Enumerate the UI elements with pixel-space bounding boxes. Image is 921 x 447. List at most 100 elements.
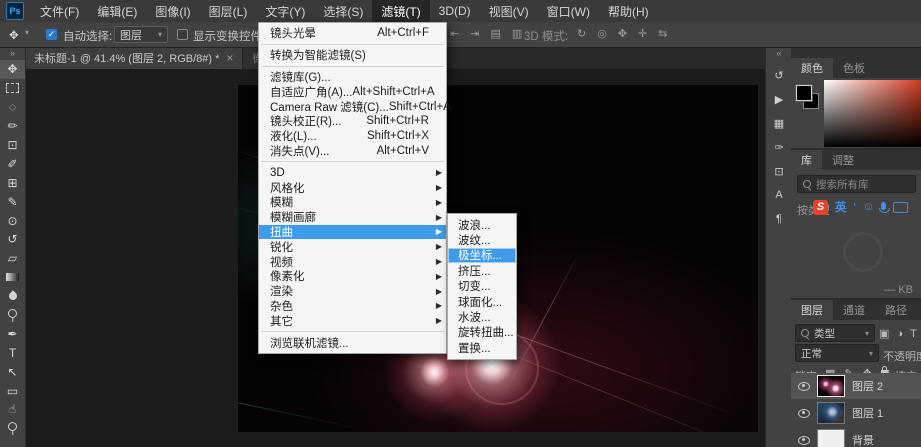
menu-view[interactable]: 视图(V) (480, 0, 538, 22)
filter-menu-item-lens-flare[interactable]: 镜头光晕 Alt+Ctrl+F (259, 26, 446, 41)
layer-row[interactable]: 图层 1 (791, 400, 921, 426)
microphone-icon[interactable] (881, 202, 886, 210)
tab-layers[interactable]: 图层 (791, 300, 833, 320)
distribute-horizontal-icon[interactable]: ▥ (512, 27, 522, 41)
blend-mode-dropdown[interactable]: 正常 ▾ (795, 344, 879, 362)
filter-menu-item-vanishing-point[interactable]: 消失点(V)... Alt+Ctrl+V (259, 144, 446, 159)
auto-select-checkbox[interactable]: ✓ (46, 29, 57, 40)
timeline-panel-icon[interactable]: ▦ (766, 111, 792, 135)
layer-thumbnail[interactable] (817, 429, 845, 447)
filter-menu-item-browse-filters-online[interactable]: 浏览联机滤镜... (259, 335, 446, 350)
healing-brush-tool[interactable]: ⊞ (0, 173, 25, 192)
clone-stamp-tool[interactable]: ⊙ (0, 211, 25, 230)
filter-menu-item-sharpen[interactable]: 锐化 ▶ (259, 239, 446, 254)
filter-pixel-layers-icon[interactable]: ▣ (879, 327, 889, 340)
3d-scale-icon[interactable]: ⇆ (658, 27, 667, 41)
filter-menu-item-stylize[interactable]: 风格化 ▶ (259, 180, 446, 195)
auto-select-dropdown[interactable]: 图层 ▾ (114, 26, 168, 43)
tab-untitled-1[interactable]: 未标题-1 @ 41.4% (图层 2, RGB/8#) * × (25, 47, 243, 69)
filter-menu-item-camera-raw[interactable]: Camera Raw 滤镜(C)... Shift+Ctrl+A (259, 99, 446, 114)
visibility-eye-icon[interactable] (798, 436, 810, 445)
menu-select[interactable]: 选择(S) (314, 0, 372, 22)
3d-drag-icon[interactable]: ✥ (618, 27, 627, 41)
submenu-item-ripple[interactable]: 波纹... (448, 232, 516, 247)
clone-source-panel-icon[interactable]: ⊡ (766, 159, 792, 183)
filter-menu-item-distort[interactable]: 扭曲 ▶ (259, 225, 446, 240)
tab-swatches[interactable]: 色板 (833, 58, 875, 78)
filter-menu-item-blur-gallery[interactable]: 模糊画廊 ▶ (259, 210, 446, 225)
filter-menu-item-liquify[interactable]: 液化(L)... Shift+Ctrl+X (259, 129, 446, 144)
history-panel-icon[interactable]: ↺ (766, 63, 792, 87)
sogou-logo-icon[interactable]: S (813, 200, 828, 215)
history-brush-tool[interactable]: ↺ (0, 230, 25, 249)
tab-paths[interactable]: 路径 (875, 300, 917, 320)
lasso-tool[interactable]: ◌ (0, 98, 25, 117)
submenu-item-shear[interactable]: 切变... (448, 279, 516, 294)
emoji-icon[interactable]: ☺ (863, 201, 875, 213)
tool-preset-caret-icon[interactable]: ▾ (25, 28, 29, 37)
distribute-vertical-icon[interactable]: ▤ (490, 27, 500, 41)
brush-tool[interactable]: ✎ (0, 192, 25, 211)
tab-channels[interactable]: 通道 (833, 300, 875, 320)
menu-window[interactable]: 窗口(W) (538, 0, 599, 22)
menu-image[interactable]: 图像(I) (146, 0, 199, 22)
path-selection-tool[interactable]: ↖ (0, 362, 25, 381)
gradient-tool[interactable] (0, 268, 25, 287)
toolbar-collapse-icon[interactable]: » (0, 48, 25, 58)
submenu-item-zigzag[interactable]: 水波... (448, 309, 516, 324)
move-tool[interactable]: ✥ (0, 60, 25, 79)
visibility-eye-icon[interactable] (798, 382, 810, 391)
submenu-item-twirl[interactable]: 旋转扭曲... (448, 325, 516, 340)
menu-file[interactable]: 文件(F) (31, 0, 88, 22)
filter-menu-item-other[interactable]: 其它 ▶ (259, 313, 446, 328)
align-left-edges-icon[interactable]: ⇤ (450, 27, 459, 41)
tab-adjustments[interactable]: 调整 (822, 150, 864, 170)
quick-selection-tool[interactable]: ✏ (0, 117, 25, 136)
show-transform-controls-checkbox[interactable] (177, 29, 188, 40)
panel-rail-collapse-icon[interactable]: « (766, 48, 792, 58)
brush-settings-panel-icon[interactable]: ✑ (766, 135, 792, 159)
3d-roll-icon[interactable]: ◎ (597, 27, 607, 41)
layer-row[interactable]: 背景 (791, 427, 921, 447)
rectangular-marquee-tool[interactable] (0, 79, 25, 98)
ime-language-toggle[interactable]: 英 (835, 199, 847, 215)
align-right-edges-icon[interactable]: ⇥ (470, 27, 479, 41)
filter-menu-item-lens-correction[interactable]: 镜头校正(R)... Shift+Ctrl+R (259, 114, 446, 129)
color-picker-field[interactable] (824, 80, 921, 147)
eyedropper-tool[interactable]: ✐ (0, 154, 25, 173)
submenu-item-polar-coordinates[interactable]: 极坐标... (448, 248, 516, 263)
layer-row[interactable]: 图层 2 (791, 373, 921, 399)
layer-thumbnail[interactable] (817, 375, 845, 397)
more-tools[interactable]: ··· (0, 438, 25, 447)
layer-thumbnail[interactable] (817, 402, 845, 424)
visibility-eye-icon[interactable] (798, 409, 810, 418)
menu-layer[interactable]: 图层(L) (200, 0, 257, 22)
filter-menu-item-adaptive-wide-angle[interactable]: 自适应广角(A)... Alt+Shift+Ctrl+A (259, 84, 446, 99)
submenu-item-wave[interactable]: 波浪... (448, 217, 516, 232)
layer-filter-kind-dropdown[interactable]: 类型 ▾ (795, 324, 875, 342)
submenu-item-pinch[interactable]: 挤压... (448, 263, 516, 278)
3d-rotate-icon[interactable]: ↻ (577, 27, 586, 41)
filter-menu-item-noise[interactable]: 杂色 ▶ (259, 299, 446, 314)
foreground-color-swatch[interactable] (796, 85, 812, 101)
tab-color[interactable]: 颜色 (791, 58, 833, 78)
pen-tool[interactable]: ✒ (0, 324, 25, 343)
filter-menu-item-filter-gallery[interactable]: 滤镜库(G)... (259, 70, 446, 85)
eraser-tool[interactable]: ▱ (0, 249, 25, 268)
menu-edit[interactable]: 编辑(E) (88, 0, 146, 22)
character-panel-icon[interactable]: A (766, 183, 792, 207)
zoom-tool[interactable] (0, 419, 25, 438)
filter-menu-item-blur[interactable]: 模糊 ▶ (259, 195, 446, 210)
shape-tool[interactable]: ▭ (0, 381, 25, 400)
filter-menu-item-video[interactable]: 视频 ▶ (259, 254, 446, 269)
filter-adjustment-layers-icon[interactable]: ◑ (896, 328, 903, 340)
paragraph-panel-icon[interactable]: ¶ (766, 207, 792, 231)
actions-panel-icon[interactable]: ▶ (766, 87, 792, 111)
keyboard-icon[interactable] (893, 202, 908, 213)
menu-3d[interactable]: 3D(D) (430, 0, 480, 22)
dodge-tool[interactable] (0, 306, 25, 325)
menu-filter[interactable]: 滤镜(T) (372, 0, 429, 22)
close-icon[interactable]: × (226, 51, 233, 65)
filter-menu-item-3d[interactable]: 3D ▶ (259, 165, 446, 180)
submenu-item-displace[interactable]: 置换... (448, 340, 516, 355)
